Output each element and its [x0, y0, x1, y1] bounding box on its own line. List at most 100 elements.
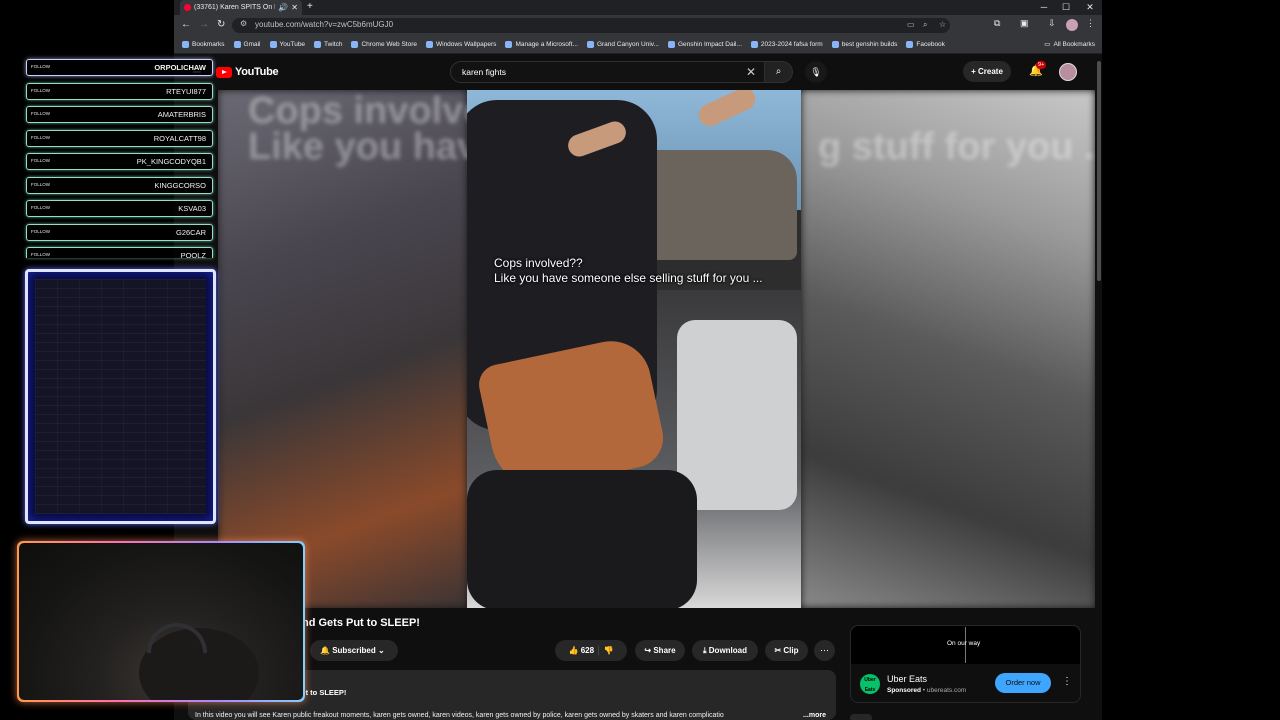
more-horizontal-icon: ⋯: [820, 645, 829, 655]
gmail-icon: [233, 41, 241, 48]
video-player[interactable]: Cops involved Like you have g stuff for …: [218, 90, 1095, 608]
video-bag: [677, 320, 797, 510]
bookmark-item[interactable]: Grand Canyon Univ...: [586, 41, 659, 48]
tab-close-icon[interactable]: ✕: [291, 3, 298, 12]
follower-row: FOLLOW ROYALCATT98: [26, 129, 213, 147]
browser-window: (33761) Karen SPITS On Hi 🔊 ✕ + ─ ☐ ✕ ← …: [174, 0, 1102, 720]
browser-profile-avatar[interactable]: [1066, 19, 1078, 31]
create-button[interactable]: + Create: [963, 61, 1011, 82]
share-button[interactable]: ↪ Share: [635, 640, 685, 661]
bookmark-item[interactable]: Gmail: [233, 41, 261, 48]
follower-name: KSVA03: [178, 204, 206, 213]
video-frame: Cops involved?? Like you have someone el…: [467, 90, 801, 608]
new-tab-button[interactable]: +: [307, 0, 313, 14]
download-button[interactable]: ⤓ Download: [692, 640, 758, 661]
bookmark-item[interactable]: YouTube: [269, 41, 305, 48]
brick-wall-background: [35, 279, 206, 514]
fafsa-icon: [750, 41, 758, 48]
cast-icon[interactable]: ▭: [907, 20, 915, 29]
scissors-icon: ✂: [774, 646, 782, 655]
youtube-wordmark: YouTube: [235, 66, 279, 78]
follow-label: FOLLOW: [31, 205, 51, 210]
facebook-icon: [906, 41, 914, 48]
search-input[interactable]: karen fights ✕: [450, 61, 765, 83]
bookmark-item[interactable]: Twitch: [314, 41, 342, 48]
subscribed-label: Subscribed: [332, 646, 376, 655]
forward-icon[interactable]: →: [199, 18, 209, 32]
site-info-icon[interactable]: ⚙: [240, 19, 247, 28]
order-now-button[interactable]: Order now: [995, 673, 1051, 693]
follower-name: G26CAR: [175, 227, 206, 237]
ad-advertiser: Uber Eats: [887, 674, 928, 684]
description-text: In this video you will see Karen public …: [195, 712, 724, 719]
tab-active[interactable]: (33761) Karen SPITS On Hi 🔊 ✕: [180, 0, 302, 15]
chevron-down-icon: ⌄: [378, 646, 385, 655]
subscribed-button[interactable]: 🔔 Subscribed ⌄: [310, 640, 398, 661]
page-scrollbar[interactable]: [1096, 55, 1102, 720]
wallpaper-icon: [425, 41, 433, 48]
chip[interactable]: [850, 714, 872, 720]
all-bookmarks[interactable]: ▭ All Bookmarks: [1044, 40, 1095, 49]
extensions-icon[interactable]: ⧉: [994, 18, 1000, 29]
follow-label: FOLLOW: [31, 181, 51, 187]
url-text: youtube.com/watch?v=zwC5b6mUGJ0: [255, 20, 394, 29]
bookmark-item[interactable]: Manage a Microsoft...: [505, 41, 578, 48]
reading-list-icon[interactable]: ▣: [1020, 18, 1029, 29]
grid-icon: [182, 41, 189, 48]
video-title: nd Gets Put to SLEEP!: [302, 617, 420, 629]
account-avatar[interactable]: [1059, 63, 1077, 81]
like-button[interactable]: 👍 628: [569, 646, 595, 655]
dislike-icon[interactable]: 👎: [604, 646, 614, 655]
reload-icon[interactable]: ↻: [217, 18, 225, 32]
voice-search-button[interactable]: 🎙: [805, 61, 827, 83]
bookmark-item[interactable]: best genshin builds: [831, 41, 897, 48]
bookmark-item[interactable]: Bookmarks: [182, 41, 225, 48]
uber-eats-logo: Uber Eats: [860, 674, 880, 694]
follow-label: FOLLOW: [31, 64, 51, 69]
webcam-frame: [17, 541, 305, 702]
ad-menu-icon[interactable]: ⋮: [1062, 676, 1072, 687]
bookmark-label: Genshin Impact Dail...: [677, 41, 742, 48]
genshin-icon: [667, 41, 675, 48]
bookmark-item[interactable]: Facebook: [906, 41, 945, 48]
follower-row: FOLLOW RTEYUI877: [26, 82, 213, 100]
create-label: Create: [978, 67, 1003, 76]
speaker-icon[interactable]: 🔊: [278, 3, 288, 12]
video-caption: Cops involved?? Like you have someone el…: [494, 256, 763, 286]
bookmark-label: 2023-2024 fafsa form: [760, 41, 823, 48]
clip-button[interactable]: ✂ Clip: [765, 640, 808, 661]
follow-label: FOLLOW: [31, 134, 51, 140]
follower-name: PK_KINGCODYQB1: [136, 157, 206, 166]
scrollbar-thumb[interactable]: [1097, 61, 1101, 281]
description-more-link[interactable]: ...more: [803, 712, 826, 719]
bookmark-item[interactable]: 2023-2024 fafsa form: [750, 41, 823, 48]
bookmark-item[interactable]: Genshin Impact Dail...: [667, 41, 742, 48]
ad-banner[interactable]: On our way: [851, 626, 1080, 664]
gcu-icon: [586, 41, 594, 48]
tab-title: (33761) Karen SPITS On Hi: [194, 4, 276, 11]
youtube-logo[interactable]: YouTube: [216, 66, 279, 78]
back-icon[interactable]: ←: [181, 18, 191, 32]
search-button[interactable]: ⌕: [764, 61, 793, 83]
stream-panel-frame: [25, 269, 216, 524]
omnibox[interactable]: ⚙ youtube.com/watch?v=zwC5b6mUGJ0 ▭ ⌕ ☆: [232, 18, 950, 33]
maximize-button[interactable]: ☐: [1054, 0, 1078, 15]
bookmark-item[interactable]: Windows Wallpapers: [425, 41, 497, 48]
sponsored-ad[interactable]: On our way Uber Eats Uber Eats Sponsored…: [850, 625, 1081, 703]
more-actions-button[interactable]: ⋯: [814, 640, 835, 661]
youtube-favicon-icon: [184, 4, 191, 11]
star-icon[interactable]: ☆: [939, 20, 946, 29]
follower-row: FOLLOW ORPOLICHAW: [26, 59, 213, 76]
downloads-icon[interactable]: ⇩: [1048, 18, 1056, 29]
notification-badge: 9+: [1036, 61, 1047, 69]
bookmark-item[interactable]: Chrome Web Store: [351, 41, 417, 48]
close-window-button[interactable]: ✕: [1078, 0, 1102, 15]
browser-menu-icon[interactable]: ⋮: [1086, 18, 1095, 29]
ad-sponsored-line: Sponsored • ubereats.com: [887, 687, 967, 694]
minimize-button[interactable]: ─: [1032, 0, 1056, 15]
clear-search-icon[interactable]: ✕: [746, 65, 756, 79]
bookmark-label: Windows Wallpapers: [435, 41, 497, 48]
sponsored-label: Sponsored: [887, 687, 921, 694]
folder-icon: ▭: [1044, 41, 1051, 48]
zoom-icon[interactable]: ⌕: [923, 20, 927, 30]
